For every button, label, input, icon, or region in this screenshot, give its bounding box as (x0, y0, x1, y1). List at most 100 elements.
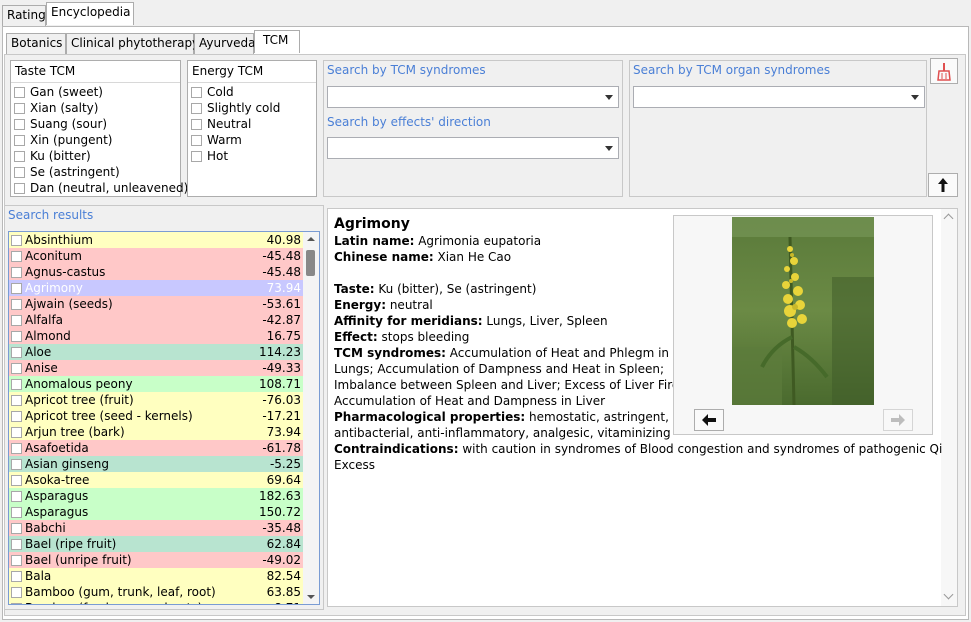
syndromes-combobox[interactable] (327, 86, 619, 108)
list-item[interactable]: Almond 16.75 (9, 328, 303, 344)
list-item[interactable]: Apricot tree (fruit) -76.03 (9, 392, 303, 408)
dropdown-arrow-icon[interactable] (605, 95, 613, 100)
list-item[interactable]: Agnus-castus -45.48 (9, 264, 303, 280)
checkbox[interactable] (14, 118, 25, 130)
list-item[interactable]: Asoka-tree 69.64 (9, 472, 303, 488)
tab-botanics[interactable]: Botanics (6, 33, 66, 54)
energy-option[interactable]: Slightly cold (191, 100, 280, 116)
checkbox[interactable] (11, 234, 22, 246)
scroll-down-arrow-icon[interactable] (943, 589, 954, 600)
checkbox[interactable] (11, 410, 22, 422)
checkbox[interactable] (14, 86, 25, 98)
list-item[interactable]: Aloe 114.23 (9, 344, 303, 360)
taste-option[interactable]: Gan (sweet) (14, 84, 103, 100)
list-item[interactable]: Ajwain (seeds) -53.61 (9, 296, 303, 312)
list-item[interactable]: Asparagus 150.72 (9, 504, 303, 520)
list-item[interactable]: Asian ginseng -5.25 (9, 456, 303, 472)
list-item[interactable]: Apricot tree (seed - kernels) -17.21 (9, 408, 303, 424)
list-item[interactable]: Asafoetida -61.78 (9, 440, 303, 456)
checkbox[interactable] (11, 506, 22, 518)
taste-option[interactable]: Ku (bitter) (14, 148, 91, 164)
list-item[interactable]: Aconitum -45.48 (9, 248, 303, 264)
checkbox[interactable] (11, 586, 22, 598)
checkbox[interactable] (14, 134, 25, 146)
checkbox[interactable] (11, 522, 22, 534)
scroll-up-arrow-icon[interactable] (943, 213, 954, 224)
taste-option[interactable]: Xin (pungent) (14, 132, 112, 148)
list-item[interactable]: Arjun tree (bark) 73.94 (9, 424, 303, 440)
checkbox[interactable] (11, 362, 22, 374)
checkbox[interactable] (14, 150, 25, 162)
tab-ayurveda[interactable]: Ayurveda (194, 33, 256, 54)
direction-combobox[interactable] (327, 137, 619, 159)
checkbox[interactable] (191, 134, 202, 146)
taste-option[interactable]: Xian (salty) (14, 100, 98, 116)
checkbox[interactable] (11, 314, 22, 326)
scroll-up-arrow-icon[interactable] (307, 237, 315, 241)
list-item-value: 82.54 (266, 569, 301, 583)
broom-icon (937, 63, 951, 81)
checkbox[interactable] (191, 118, 202, 130)
list-item[interactable]: Asparagus 182.63 (9, 488, 303, 504)
results-list[interactable]: Absinthium 40.98 Aconitum -45.48 Agnus-castu… (8, 231, 320, 605)
scroll-up-button[interactable] (928, 173, 958, 197)
energy-option[interactable]: Neutral (191, 116, 251, 132)
checkbox[interactable] (14, 166, 25, 178)
checkbox[interactable] (11, 490, 22, 502)
list-item[interactable]: Absinthium 40.98 (9, 232, 303, 248)
checkbox[interactable] (11, 554, 22, 566)
list-item[interactable]: Bala 82.54 (9, 568, 303, 584)
results-scrollbar[interactable] (303, 232, 319, 604)
taste-option[interactable]: Dan (neutral, unleavened) (14, 180, 188, 196)
dropdown-arrow-icon[interactable] (605, 146, 613, 151)
checkbox[interactable] (11, 378, 22, 390)
checkbox[interactable] (191, 102, 202, 114)
tab-clinical-phytotherapy[interactable]: Clinical phytotherapy (66, 33, 199, 54)
list-item[interactable]: Anomalous peony 108.71 (9, 376, 303, 392)
list-item[interactable]: Bamboo (gum, trunk, leaf, root) 63.85 (9, 584, 303, 600)
checkbox[interactable] (11, 570, 22, 582)
checkbox[interactable] (191, 150, 202, 162)
checkbox[interactable] (11, 602, 22, 604)
checkbox[interactable] (11, 394, 22, 406)
checkbox[interactable] (11, 426, 22, 438)
taste-info: Taste: Ku (bitter), Se (astringent) (334, 282, 537, 296)
energy-option[interactable]: Hot (191, 148, 228, 164)
tab-rating[interactable]: Rating (2, 5, 46, 26)
list-item[interactable]: Bael (unripe fruit) -49.02 (9, 552, 303, 568)
checkbox[interactable] (11, 282, 22, 294)
checkbox[interactable] (11, 250, 22, 262)
checkbox[interactable] (11, 298, 22, 310)
checkbox[interactable] (11, 474, 22, 486)
energy-option[interactable]: Warm (191, 132, 242, 148)
checkbox[interactable] (11, 442, 22, 454)
dropdown-arrow-icon[interactable] (911, 95, 919, 100)
scroll-down-arrow-icon[interactable] (307, 595, 315, 599)
organ-syndromes-combobox[interactable] (633, 86, 925, 108)
checkbox[interactable] (11, 538, 22, 550)
list-item[interactable]: Anise -49.33 (9, 360, 303, 376)
energy-option[interactable]: Cold (191, 84, 234, 100)
checkbox[interactable] (14, 182, 25, 194)
taste-option[interactable]: Suang (sour) (14, 116, 107, 132)
clear-filters-button[interactable] (930, 58, 958, 84)
contraindications-info: Contraindications: with caution in syndr… (334, 442, 943, 456)
detail-scrollbar[interactable] (941, 209, 957, 606)
list-item[interactable]: Agrimony 73.94 (9, 280, 303, 296)
checkbox[interactable] (14, 102, 25, 114)
taste-option[interactable]: Se (astringent) (14, 164, 120, 180)
tab-tcm[interactable]: TCM (254, 30, 300, 53)
previous-image-button[interactable] (694, 409, 724, 431)
list-item[interactable]: Babchi -35.48 (9, 520, 303, 536)
list-item[interactable]: Alfalfa -42.87 (9, 312, 303, 328)
scrollbar-thumb[interactable] (306, 250, 315, 276)
next-image-button[interactable] (883, 409, 913, 431)
checkbox[interactable] (11, 266, 22, 278)
checkbox[interactable] (11, 346, 22, 358)
list-item[interactable]: Bamboo (fresh young shoots)-8.71 (9, 600, 303, 604)
checkbox[interactable] (11, 458, 22, 470)
checkbox[interactable] (11, 330, 22, 342)
list-item[interactable]: Bael (ripe fruit) 62.84 (9, 536, 303, 552)
tab-encyclopedia[interactable]: Encyclopedia (46, 2, 134, 25)
checkbox[interactable] (191, 86, 202, 98)
